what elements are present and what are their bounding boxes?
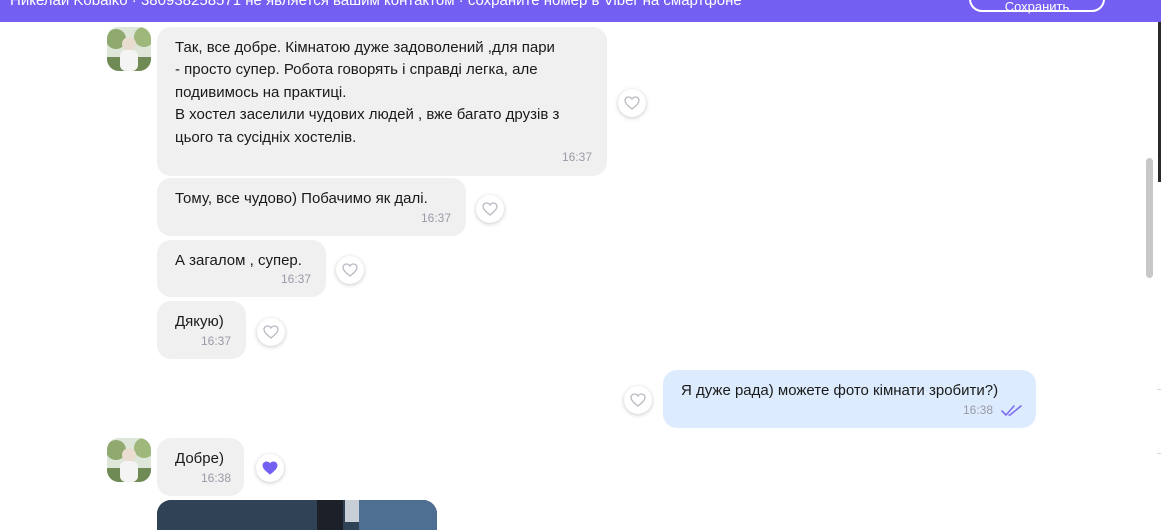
heart-outline-icon: [624, 96, 640, 110]
message-text: Так, все добре. Кімнатою дуже задоволени…: [175, 39, 560, 146]
message-text: Я дуже рада) можете фото кімнати зробити…: [681, 382, 999, 399]
like-button[interactable]: [257, 318, 285, 346]
message-time: 16:37: [201, 334, 232, 348]
message-time: 16:38: [963, 403, 994, 417]
heart-outline-icon: [263, 325, 279, 339]
heart-filled-icon: [262, 461, 278, 475]
double-check-icon: [1001, 405, 1022, 416]
heart-outline-icon: [482, 202, 498, 216]
photo-content: [345, 500, 359, 522]
unknown-contact-banner: Никелай Kobalko · 380938258571 не являет…: [0, 0, 1161, 22]
heart-outline-icon: [342, 263, 358, 277]
photo-message[interactable]: [157, 500, 437, 530]
message-bubble[interactable]: Дякую) 16:37: [157, 301, 246, 359]
message-bubble[interactable]: Добре) 16:38: [157, 438, 244, 496]
message-bubble[interactable]: Тому, все чудово) Побачимо як далі. 16:3…: [157, 178, 466, 236]
banner-text: Никелай Kobalko · 380938258571 не являет…: [10, 0, 742, 9]
message-text: Дякую): [175, 313, 224, 330]
message-text: А загалом , супер.: [175, 252, 302, 269]
like-button[interactable]: [476, 195, 504, 223]
message-time: 16:38: [201, 471, 232, 485]
message-time: 16:37: [421, 211, 452, 225]
message-text: Тому, все чудово) Побачимо як далі.: [175, 190, 428, 207]
chat-scrollbar[interactable]: [1146, 158, 1153, 278]
message-bubble[interactable]: Так, все добре. Кімнатою дуже задоволени…: [157, 27, 607, 176]
like-button[interactable]: [624, 386, 652, 414]
photo-content: [317, 500, 343, 530]
message-bubble[interactable]: А загалом , супер. 16:37: [157, 240, 326, 297]
message-time: 16:37: [281, 272, 312, 286]
photo-content: [359, 500, 437, 530]
like-button[interactable]: [618, 89, 646, 117]
divider: [1157, 453, 1161, 454]
save-contact-button[interactable]: Сохранить: [969, 0, 1105, 14]
contact-avatar[interactable]: [107, 27, 151, 71]
message-text: Добре): [175, 450, 224, 467]
message-bubble-outgoing[interactable]: Я дуже рада) можете фото кімнати зробити…: [663, 370, 1036, 428]
like-button-active[interactable]: [256, 454, 284, 482]
message-time: 16:37: [562, 150, 593, 164]
like-button[interactable]: [336, 256, 364, 284]
divider: [1157, 389, 1161, 390]
contact-avatar[interactable]: [107, 438, 151, 482]
heart-outline-icon: [630, 393, 646, 407]
